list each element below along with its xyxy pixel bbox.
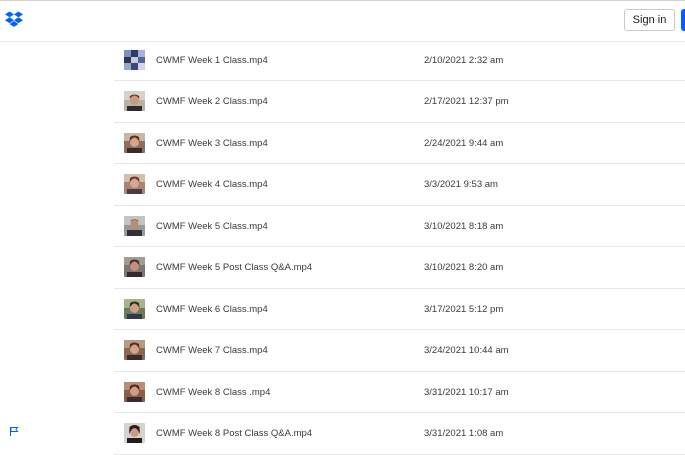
modified-date: 2/10/2021 2:32 am <box>424 55 504 66</box>
video-thumbnail <box>124 91 145 111</box>
file-name[interactable]: CWMF Week 1 Class.mp4 <box>156 55 268 66</box>
file-row[interactable]: CWMF Week 5 Post Class Q&A.mp4 3/10/2021… <box>114 247 685 289</box>
file-name[interactable]: CWMF Week 2 Class.mp4 <box>156 96 268 107</box>
file-list: CWMF Week 1 Class.mp4 2/10/2021 2:32 am … <box>114 42 685 455</box>
flag-icon[interactable] <box>9 426 19 436</box>
file-row[interactable]: CWMF Week 5 Class.mp4 3/10/2021 8:18 am <box>114 206 685 247</box>
file-name[interactable]: CWMF Week 8 Class .mp4 <box>156 387 270 398</box>
modified-date: 3/31/2021 1:08 am <box>424 428 504 439</box>
top-bar: Sign in <box>0 0 685 42</box>
modified-date: 3/31/2021 10:17 am <box>424 386 509 398</box>
file-row[interactable]: CWMF Week 8 Class .mp4 3/31/2021 10:17 a… <box>114 372 685 413</box>
sign-up-button[interactable] <box>681 9 685 31</box>
modified-date: 2/17/2021 12:37 pm <box>424 96 509 107</box>
modified-date: 3/24/2021 10:44 am <box>424 345 509 356</box>
file-name[interactable]: CWMF Week 7 Class.mp4 <box>156 345 268 356</box>
modified-date: 3/10/2021 8:18 am <box>424 220 504 232</box>
modified-date: 3/10/2021 8:20 am <box>424 262 504 273</box>
file-row[interactable]: CWMF Week 6 Class.mp4 3/17/2021 5:12 pm <box>114 289 685 330</box>
video-thumbnail <box>124 174 145 194</box>
file-name[interactable]: CWMF Week 3 Class.mp4 <box>156 138 268 149</box>
file-row[interactable]: CWMF Week 4 Class.mp4 3/3/2021 9:53 am <box>114 164 685 206</box>
file-row[interactable]: CWMF Week 2 Class.mp4 2/17/2021 12:37 pm <box>114 81 685 123</box>
sign-in-button[interactable]: Sign in <box>624 9 675 31</box>
modified-date: 2/24/2021 9:44 am <box>424 137 504 149</box>
file-name[interactable]: CWMF Week 8 Post Class Q&A.mp4 <box>156 428 312 439</box>
file-name[interactable]: CWMF Week 6 Class.mp4 <box>156 304 268 315</box>
video-thumbnail <box>124 257 145 277</box>
video-thumbnail <box>124 423 145 443</box>
file-row[interactable]: CWMF Week 7 Class.mp4 3/24/2021 10:44 am <box>114 330 685 372</box>
modified-date: 3/3/2021 9:53 am <box>424 179 498 190</box>
file-name[interactable]: CWMF Week 5 Class.mp4 <box>156 221 268 232</box>
file-row[interactable]: CWMF Week 3 Class.mp4 2/24/2021 9:44 am <box>114 123 685 164</box>
dropbox-logo-icon[interactable] <box>5 11 23 28</box>
window-top-border <box>0 0 685 1</box>
file-name[interactable]: CWMF Week 4 Class.mp4 <box>156 179 268 190</box>
file-row[interactable]: CWMF Week 8 Post Class Q&A.mp4 3/31/2021… <box>114 413 685 455</box>
video-thumbnail <box>124 132 145 153</box>
gallery-thumbnail <box>124 50 145 70</box>
video-thumbnail <box>124 298 145 319</box>
video-thumbnail <box>124 215 145 236</box>
file-row[interactable]: CWMF Week 1 Class.mp4 2/10/2021 2:32 am <box>114 42 685 81</box>
video-thumbnail <box>124 340 145 360</box>
video-thumbnail <box>124 381 145 402</box>
modified-date: 3/17/2021 5:12 pm <box>424 303 504 315</box>
file-name[interactable]: CWMF Week 5 Post Class Q&A.mp4 <box>156 262 312 273</box>
